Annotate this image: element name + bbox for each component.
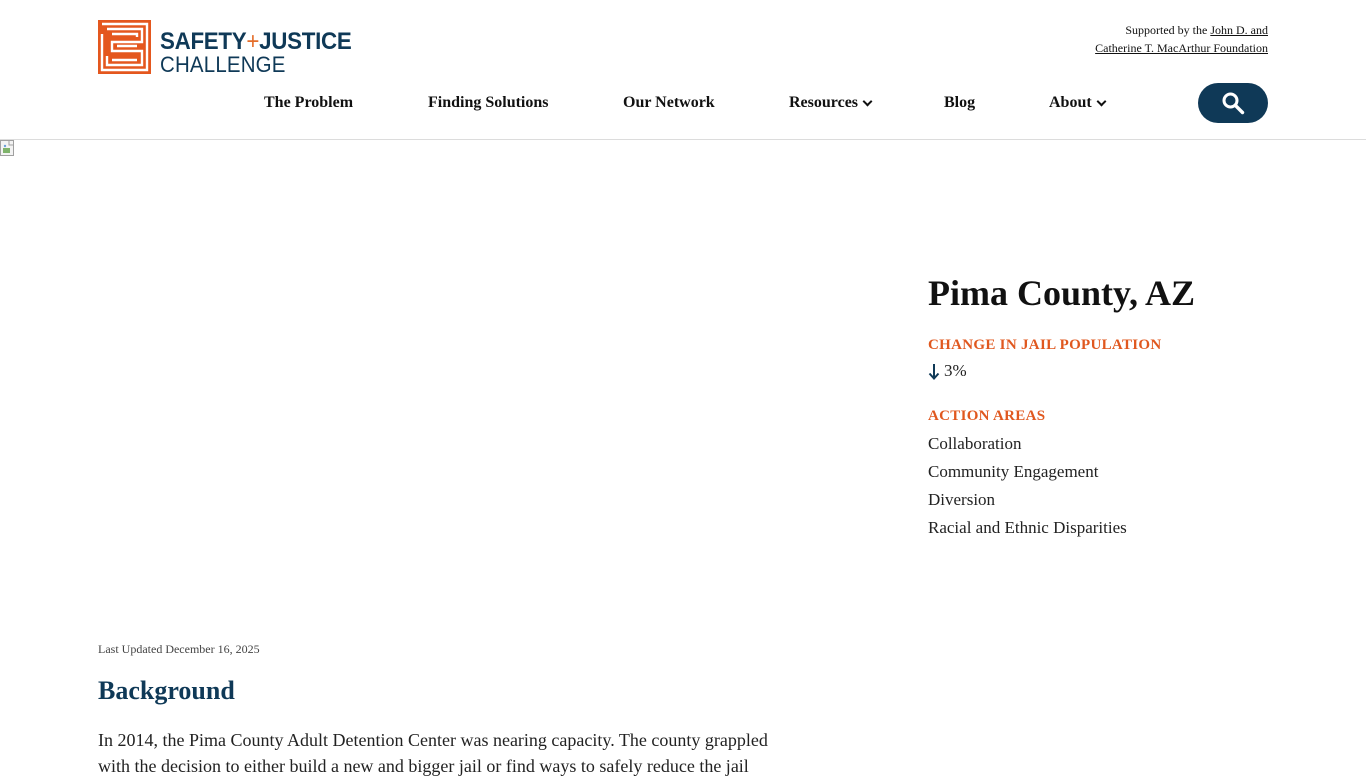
search-button[interactable] [1198, 83, 1268, 123]
support-prefix: Supported by the [1125, 23, 1211, 37]
nav-label: About [1049, 94, 1092, 111]
macarthur-link-part1[interactable]: John D. and [1210, 23, 1268, 37]
action-area-item[interactable]: Collaboration [928, 430, 1127, 458]
nav-label: Finding Solutions [428, 94, 549, 111]
action-area-item[interactable]: Community Engagement [928, 458, 1127, 486]
macarthur-link-part2[interactable]: Catherine T. MacArthur Foundation [1095, 41, 1268, 55]
logo-wordmark-line2: CHALLENGE [160, 52, 286, 77]
nav-label: Our Network [623, 94, 715, 111]
change-value: 3% [944, 361, 967, 380]
nav-item-finding-solutions[interactable]: Finding Solutions [428, 94, 549, 112]
action-area-item[interactable]: Racial and Ethnic Disparities [928, 514, 1127, 542]
county-title: Pima County, AZ [928, 273, 1196, 313]
nav-label: The Problem [264, 94, 354, 111]
action-areas-label: ACTION AREAS [928, 408, 1046, 424]
site-logo[interactable]: SAFETY+JUSTICE CHALLENGE [98, 20, 366, 76]
search-icon [1222, 92, 1245, 115]
nav-item-the-problem[interactable]: The Problem [264, 94, 353, 112]
last-updated: Last Updated December 16, 2025 [98, 642, 260, 656]
nav-item-resources[interactable]: Resources [789, 94, 873, 112]
action-areas-list: Collaboration Community Engagement Diver… [928, 430, 1127, 542]
chevron-down-icon [1096, 96, 1107, 106]
site-header: SAFETY+JUSTICE CHALLENGE Supported by th… [0, 0, 1366, 140]
broken-image-icon [0, 140, 14, 156]
nav-label: Resources [789, 94, 859, 111]
arrow-down-icon [928, 363, 940, 380]
logo-wordmark-line1: SAFETY+JUSTICE [160, 28, 352, 55]
action-area-item[interactable]: Diversion [928, 486, 1127, 514]
nav-label: Blog [944, 94, 976, 111]
nav-item-our-network[interactable]: Our Network [623, 94, 715, 112]
nav-item-about[interactable]: About [1049, 94, 1107, 112]
support-credit: Supported by the John D. and Catherine T… [1095, 21, 1268, 57]
chevron-down-icon [862, 96, 873, 106]
jail-population-change: 3% [928, 361, 967, 381]
section-title-background: Background [98, 676, 235, 705]
maze-logo-icon [98, 20, 151, 74]
nav-item-blog[interactable]: Blog [944, 94, 975, 112]
change-in-jail-population-label: CHANGE IN JAIL POPULATION [928, 337, 1162, 353]
background-paragraph: In 2014, the Pima County Adult Detention… [98, 730, 768, 776]
